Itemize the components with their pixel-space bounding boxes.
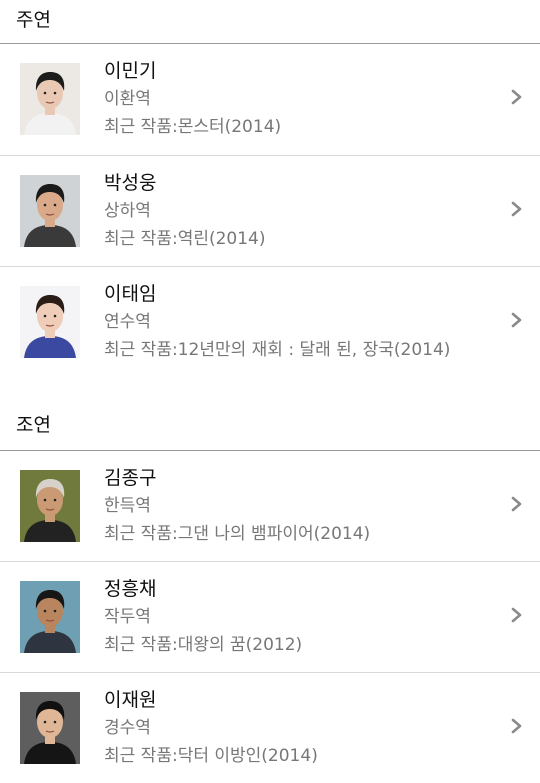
actor-name: 김종구 [104,467,157,489]
actor-recent-work: 최근 작품:12년만의 재회 : 달래 된, 장국(2014) [104,340,451,360]
chevron-right-icon [511,607,522,623]
actor-role: 연수역 [104,312,151,332]
actor-role: 작두역 [104,607,151,627]
actor-recent-work: 최근 작품:몬스터(2014) [104,117,282,137]
chevron-right-icon [511,718,522,734]
cast-row-0-2[interactable]: 이태임 연수역 최근 작품:12년만의 재회 : 달래 된, 장국(2014) [0,267,540,377]
actor-recent-work: 최근 작품:닥터 이방인(2014) [104,746,318,766]
actor-role: 한득역 [104,496,151,516]
actor-recent-work: 최근 작품:대왕의 꿈(2012) [104,635,303,655]
actor-name: 이태임 [104,283,157,305]
actor-name: 이민기 [104,60,157,82]
actor-role: 경수역 [104,718,151,738]
cast-row-0-0[interactable]: 이민기 이환역 최근 작품:몬스터(2014) [0,44,540,154]
actor-photo [20,581,80,653]
actor-photo [20,470,80,542]
actor-photo [20,175,80,247]
section-header-supporting-cast: 조연 [16,414,51,436]
chevron-right-icon [511,496,522,512]
actor-name: 박성웅 [104,172,157,194]
chevron-right-icon [511,89,522,105]
actor-name: 정흥채 [104,578,157,600]
chevron-right-icon [511,312,522,328]
actor-photo [20,692,80,764]
cast-row-1-2[interactable]: 이재원 경수역 최근 작품:닥터 이방인(2014) [0,673,540,783]
cast-row-1-0[interactable]: 김종구 한득역 최근 작품:그댄 나의 뱀파이어(2014) [0,451,540,561]
actor-photo [20,63,80,135]
actor-recent-work: 최근 작품:역린(2014) [104,229,266,249]
actor-role: 이환역 [104,89,151,109]
chevron-right-icon [511,201,522,217]
actor-recent-work: 최근 작품:그댄 나의 뱀파이어(2014) [104,524,371,544]
actor-role: 상하역 [104,201,151,221]
cast-row-1-1[interactable]: 정흥채 작두역 최근 작품:대왕의 꿈(2012) [0,562,540,672]
actor-name: 이재원 [104,689,157,711]
cast-row-0-1[interactable]: 박성웅 상하역 최근 작품:역린(2014) [0,156,540,266]
section-header-main-cast: 주연 [16,9,51,31]
actor-photo [20,286,80,358]
